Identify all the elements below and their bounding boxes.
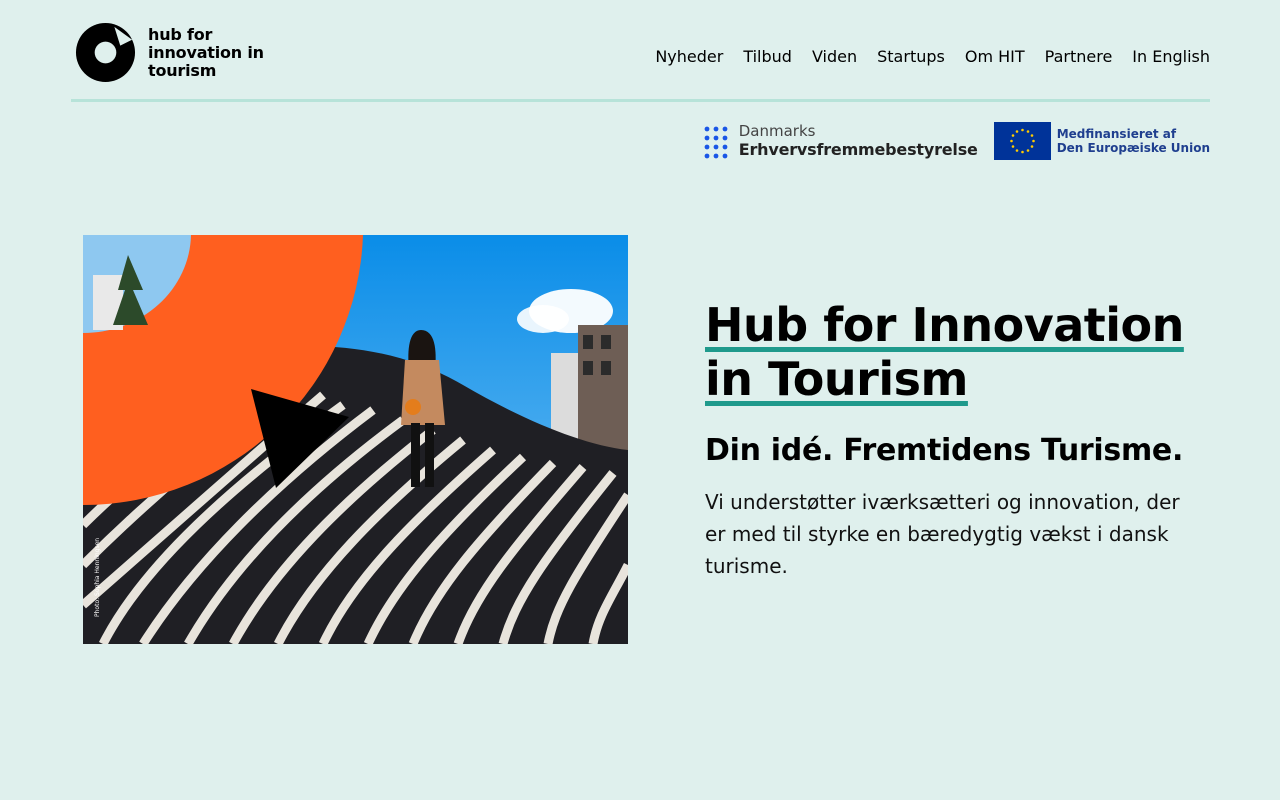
sponsor-logos: Danmarks Erhvervsfremmebestyrelse Medfin… bbox=[703, 122, 1210, 160]
hit-logo-icon bbox=[75, 22, 136, 83]
eu-line-1: Medfinansieret af bbox=[1056, 127, 1177, 141]
image-credit: Photo: Sophia Henningsen bbox=[94, 538, 101, 617]
nav-item-viden[interactable]: Viden bbox=[812, 46, 857, 68]
page-title-line-2: in Tourism bbox=[705, 352, 968, 406]
nav-item-startups[interactable]: Startups bbox=[877, 46, 945, 68]
page-title: Hub for Innovation in Tourism bbox=[705, 298, 1185, 406]
nav-item-nyheder[interactable]: Nyheder bbox=[655, 46, 723, 68]
logo-text: hub for innovation in tourism bbox=[148, 25, 264, 80]
danmarks-dots-icon bbox=[704, 126, 728, 159]
hero-text: Hub for Innovation in Tourism Din idé. F… bbox=[705, 298, 1185, 582]
danmarks-erhvervsfremmebestyrelse-logo: Danmarks Erhvervsfremmebestyrelse bbox=[703, 122, 978, 160]
nav-item-tilbud[interactable]: Tilbud bbox=[743, 46, 792, 68]
hero-illustration: Photo: Sophia Henningsen bbox=[83, 235, 628, 644]
hero-description: Vi understøtter iværksætteri og innovati… bbox=[705, 490, 1180, 578]
eu-line-2: Den Europæiske Union bbox=[1056, 141, 1210, 155]
home-logo-link[interactable]: hub for innovation in tourism bbox=[75, 22, 278, 83]
eu-cofunded-logo: Medfinansieret af Den Europæiske Union bbox=[993, 122, 1210, 160]
dk-line-2: Erhvervsfremmebestyrelse bbox=[738, 140, 978, 159]
dk-line-1: Danmarks bbox=[738, 122, 816, 140]
main-nav: Nyheder Tilbud Viden Startups Om HIT Par… bbox=[655, 46, 1210, 68]
nav-item-partnere[interactable]: Partnere bbox=[1045, 46, 1113, 68]
nav-item-om-hit[interactable]: Om HIT bbox=[965, 46, 1025, 68]
site-header: hub for innovation in tourism Nyheder Ti… bbox=[71, 0, 1210, 102]
eu-flag-icon bbox=[993, 122, 1051, 160]
nav-item-in-english[interactable]: In English bbox=[1132, 46, 1210, 68]
page-title-line-1: Hub for Innovation bbox=[705, 298, 1184, 352]
hero-subtitle: Din idé. Fremtidens Turisme. bbox=[705, 433, 1184, 468]
hero-image: Photo: Sophia Henningsen bbox=[83, 235, 628, 644]
